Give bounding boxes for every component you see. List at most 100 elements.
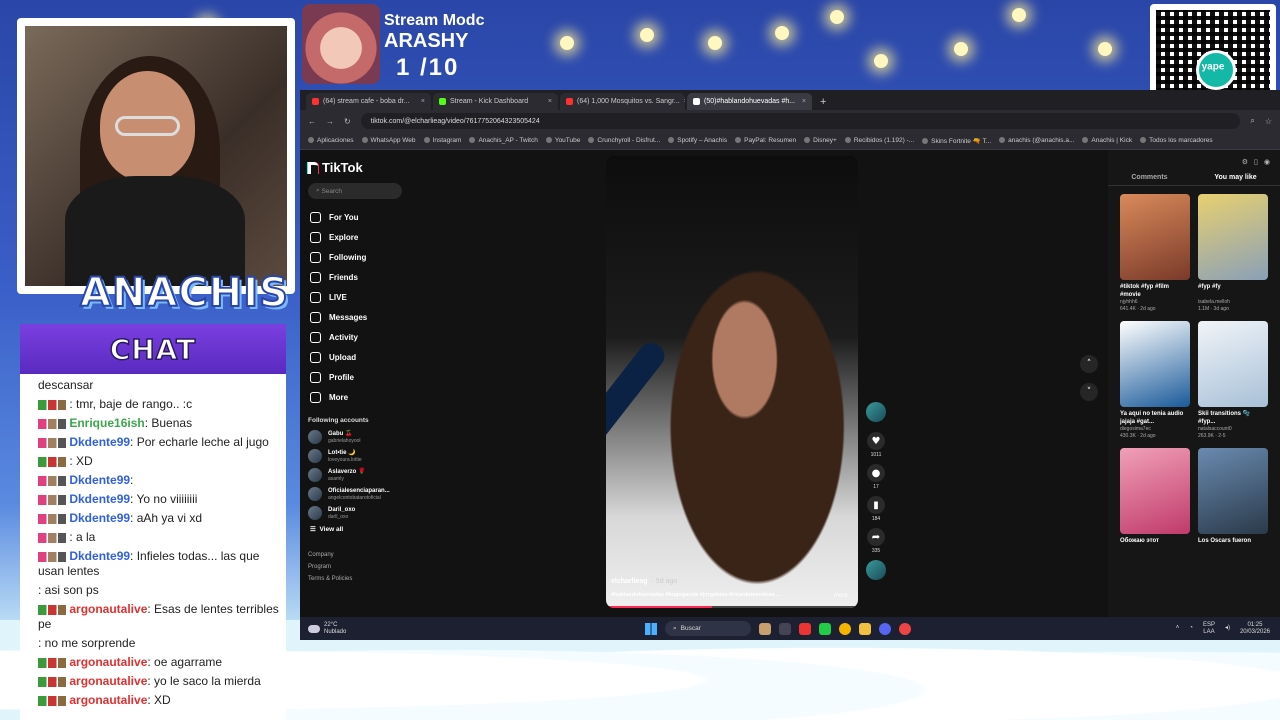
folder-icon[interactable] bbox=[859, 622, 871, 635]
nav-item-friends[interactable]: Friends bbox=[308, 267, 402, 287]
suggested-video[interactable]: #fyp #fy isabela.melloh 1.1M · 3d ago bbox=[1198, 194, 1268, 313]
obs-icon[interactable] bbox=[899, 622, 911, 635]
bookmark-item[interactable]: PayPal: Resumen bbox=[735, 137, 796, 144]
tab-comments[interactable]: Comments bbox=[1131, 174, 1167, 181]
task-view-icon[interactable] bbox=[779, 622, 791, 635]
creator-avatar[interactable] bbox=[866, 402, 886, 422]
video-thumbnail[interactable] bbox=[1198, 321, 1268, 407]
back-icon[interactable]: ← bbox=[308, 117, 316, 126]
view-all-link[interactable]: ☰ View all bbox=[310, 525, 402, 533]
suggested-video[interactable]: Обожаю этот bbox=[1120, 448, 1190, 553]
volume-icon[interactable]: ◂) bbox=[1225, 625, 1230, 632]
following-account[interactable]: Oficialesenciaparan... angelcontobataroto… bbox=[308, 487, 402, 501]
chevron-down-icon[interactable]: ˅ bbox=[1080, 383, 1098, 401]
bookmark-item[interactable]: Aplicaciones bbox=[308, 137, 354, 144]
nav-item-more[interactable]: More bbox=[308, 387, 402, 407]
chat-username[interactable]: Dkdente99 bbox=[69, 511, 130, 525]
following-account[interactable]: Lot•tie 🌙 loveyoura.lottie bbox=[308, 449, 402, 463]
tiktok-logo[interactable]: TikTok bbox=[308, 160, 402, 175]
bookmark-item[interactable]: Disney+ bbox=[804, 137, 837, 144]
bookmark-item[interactable]: Crunchyroll - Disfrut... bbox=[588, 137, 660, 144]
sound-disc[interactable] bbox=[866, 560, 886, 580]
discord-icon[interactable] bbox=[879, 622, 891, 635]
nav-item-upload[interactable]: Upload bbox=[308, 347, 402, 367]
following-account[interactable]: Daril_oxo darll_oxo bbox=[308, 506, 402, 520]
chat-username[interactable]: Dkdente99 bbox=[69, 549, 130, 563]
following-account[interactable]: Aslaverzo 🌹 asamly bbox=[308, 468, 402, 482]
action-heart[interactable]: ♥ 1011 bbox=[866, 432, 886, 458]
footer-link[interactable]: Company bbox=[308, 549, 402, 561]
nav-item-live[interactable]: LIVE bbox=[308, 287, 402, 307]
bookmark-item[interactable]: Instagram bbox=[424, 137, 462, 144]
bookmark-item[interactable]: WhatsApp Web bbox=[362, 137, 416, 144]
bookmark-item[interactable]: YouTube bbox=[546, 137, 581, 144]
tab-you-may-like[interactable]: You may like bbox=[1214, 174, 1256, 181]
browser-tab[interactable]: (64) 1,000 Mosquitos vs. Sangr... × bbox=[560, 93, 685, 110]
nav-item-messages[interactable]: Messages bbox=[308, 307, 402, 327]
nav-item-profile[interactable]: Profile bbox=[308, 367, 402, 387]
close-icon[interactable]: × bbox=[548, 98, 552, 105]
video-thumbnail[interactable] bbox=[1198, 194, 1268, 280]
url-field[interactable]: tiktok.com/@elcharlieag/video/7617752064… bbox=[360, 113, 1241, 129]
share-icon[interactable]: ➦ bbox=[867, 528, 885, 546]
windows-start-icon[interactable] bbox=[645, 622, 657, 635]
reload-icon[interactable]: ↻ bbox=[344, 117, 351, 126]
video-progress-bar[interactable] bbox=[606, 606, 858, 608]
comment-icon[interactable]: ● bbox=[867, 464, 885, 482]
footer-link[interactable]: Terms & Policies bbox=[308, 573, 402, 585]
video-thumbnail[interactable] bbox=[1120, 448, 1190, 534]
wifi-icon[interactable]: ◔ bbox=[1189, 625, 1193, 632]
chat-username[interactable]: Dkdente99 bbox=[69, 473, 130, 487]
browser-tab[interactable]: (64) stream cafe - boba dr... × bbox=[306, 93, 431, 110]
bookmark-item[interactable]: anachis (@anachis.a... bbox=[999, 137, 1074, 144]
clock[interactable]: 01:25 20/03/2026 bbox=[1240, 622, 1270, 636]
video-thumbnail[interactable] bbox=[1198, 448, 1268, 534]
bookmark-item[interactable]: Skins Fortnite 🔫 T... bbox=[922, 137, 991, 145]
bookmark-item[interactable]: Todos los marcadores bbox=[1140, 137, 1213, 144]
whatsapp-icon[interactable] bbox=[819, 622, 831, 635]
suggested-video[interactable]: Skii transitions 🫧 #fyp... natalsaccount0… bbox=[1198, 321, 1268, 440]
chevron-up-icon[interactable]: ˄ bbox=[1080, 355, 1098, 373]
video-author[interactable]: elcharlieag · 5d ago bbox=[611, 578, 677, 585]
bookmark-item[interactable]: Anachis | Kick bbox=[1082, 137, 1132, 144]
language-indicator[interactable]: ESP LAA bbox=[1203, 622, 1215, 636]
chat-username[interactable]: argonautalive bbox=[69, 655, 147, 669]
tiktok-search-input[interactable]: ⌕ Search bbox=[308, 183, 402, 199]
close-icon[interactable]: × bbox=[684, 98, 685, 105]
action-bookmark[interactable]: ▮ 184 bbox=[866, 496, 886, 522]
video-player[interactable]: elcharlieag · 5d ago #hablandohuevadas #h… bbox=[606, 156, 858, 608]
browser-tab[interactable]: (50)#hablandohuevadas #h... × bbox=[687, 93, 812, 110]
video-more-link[interactable]: more bbox=[834, 593, 848, 599]
settings-icon[interactable]: ⚙ bbox=[1242, 158, 1248, 166]
adobe-icon[interactable] bbox=[799, 622, 811, 635]
tray-overflow-icon[interactable]: ˄ bbox=[1176, 625, 1180, 632]
suggested-video[interactable]: #tiktok #fyp #film #movie njyhhh6 641.4K ·… bbox=[1120, 194, 1190, 313]
nav-item-explore[interactable]: Explore bbox=[308, 227, 402, 247]
chat-username[interactable]: Enrique16ish bbox=[69, 416, 144, 430]
browser-tab[interactable]: Stream - Kick Dashboard × bbox=[433, 93, 558, 110]
zoom-icon[interactable]: ⌕ bbox=[1250, 116, 1254, 126]
video-hashtags[interactable]: #hablandohuevadas #hugogarcia #jorgeluna… bbox=[611, 592, 781, 598]
bookmark-star-icon[interactable]: ☆ bbox=[1265, 117, 1272, 126]
user-avatar-icon[interactable]: ◉ bbox=[1264, 158, 1270, 166]
new-tab-icon[interactable]: + bbox=[814, 96, 832, 110]
taskbar-search[interactable]: ⌕ Buscar bbox=[665, 621, 751, 636]
forward-icon[interactable]: → bbox=[326, 117, 334, 126]
chat-username[interactable]: argonautalive bbox=[69, 602, 147, 616]
chat-username[interactable]: argonautalive bbox=[69, 674, 147, 688]
close-icon[interactable]: × bbox=[802, 98, 806, 105]
heart-icon[interactable]: ♥ bbox=[867, 432, 885, 450]
widget-icon[interactable] bbox=[759, 622, 771, 635]
bookmark-item[interactable]: Recibidos (1.192) -... bbox=[845, 137, 914, 144]
action-share[interactable]: ➦ 335 bbox=[866, 528, 886, 554]
chat-username[interactable]: Dkdente99 bbox=[69, 435, 130, 449]
suggested-video[interactable]: Ya aqui no tenia audio jajaja #gat... die… bbox=[1120, 321, 1190, 440]
suggested-video[interactable]: Los Oscars fueron bbox=[1198, 448, 1268, 553]
weather-widget[interactable]: 22°C Nublado bbox=[308, 622, 346, 636]
bookmark-icon[interactable]: ▮ bbox=[867, 496, 885, 514]
bookmark-item[interactable]: Anachis_AP - Twitch bbox=[469, 137, 537, 144]
nav-item-activity[interactable]: Activity bbox=[308, 327, 402, 347]
nav-item-for-you[interactable]: For You bbox=[308, 207, 402, 227]
footer-link[interactable]: Program bbox=[308, 561, 402, 573]
nav-item-following[interactable]: Following bbox=[308, 247, 402, 267]
